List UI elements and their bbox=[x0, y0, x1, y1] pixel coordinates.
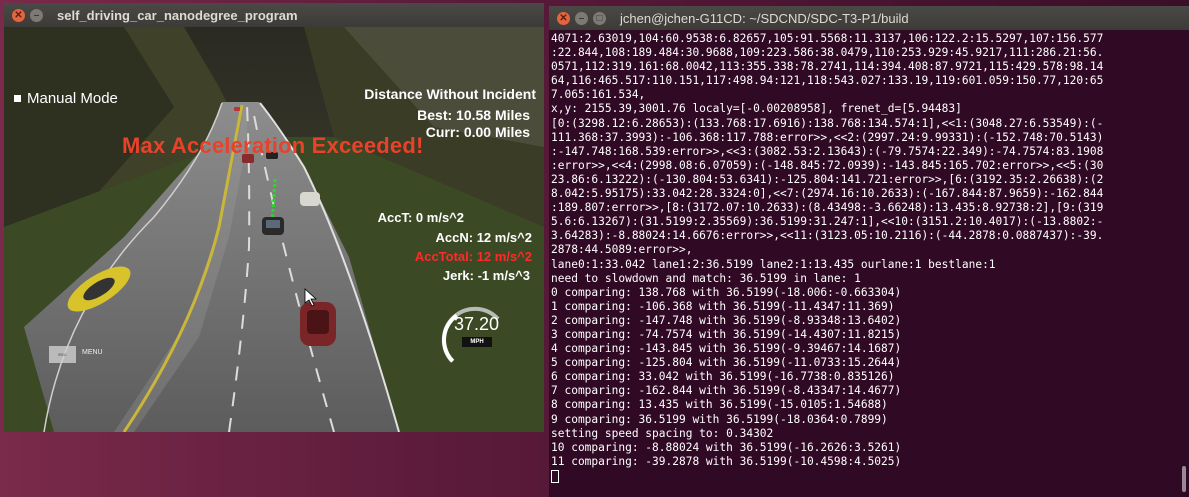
best-distance: Best: 10.58 Miles bbox=[417, 107, 530, 123]
car-dark bbox=[262, 217, 284, 235]
current-distance: Curr: 0.00 Miles bbox=[425, 124, 530, 140]
terminal-line: :22.844,108:189.484:30.9688,109:223.586:… bbox=[551, 46, 1104, 60]
terminal-line: 0571,112:319.161:68.0042,113:355.338:78.… bbox=[551, 60, 1104, 74]
terminal-line: 7.065:161.534, bbox=[551, 88, 646, 102]
terminal-line: lane0:1:33.042 lane1:2:36.5199 lane2:1:1… bbox=[551, 257, 996, 271]
terminal-window[interactable]: ✕ – □ jchen@jchen-G11CD: ~/SDCND/SDC-T3-… bbox=[549, 6, 1189, 497]
terminal-line: 6 comparing: 33.042 with 36.5199(-16.773… bbox=[551, 370, 895, 384]
car-white bbox=[300, 192, 320, 206]
driving-scene: Manual Mode Distance Without Incident Be… bbox=[4, 27, 544, 432]
acc-n-readout: AccN: 12 m/s^2 bbox=[435, 230, 532, 245]
terminal-line: 3 comparing: -74.7574 with 36.5199(-14.4… bbox=[551, 327, 902, 341]
terminal-line: 1 comparing: -106.368 with 36.5199(-11.4… bbox=[551, 299, 895, 313]
terminal-line: 111.368:37.3993):-106.368:117.788:error>… bbox=[551, 130, 1104, 144]
terminal-line: 3.64283):-8.88024:14.6676:error>>,<<11:(… bbox=[551, 229, 1104, 243]
menu-label: MENU bbox=[82, 349, 103, 356]
terminal-line: 7 comparing: -162.844 with 36.5199(-8.43… bbox=[551, 384, 902, 398]
distance-title: Distance Without Incident bbox=[364, 86, 536, 102]
terminal-line: 9 comparing: 36.5199 with 36.5199(-18.03… bbox=[551, 412, 888, 426]
terminal-line: :-147.748:168.539:error>>,<<3:(3082.53:2… bbox=[551, 144, 1104, 158]
close-icon[interactable]: ✕ bbox=[12, 8, 25, 22]
terminal-title: jchen@jchen-G11CD: ~/SDCND/SDC-T3-P1/bui… bbox=[620, 10, 909, 26]
terminal-line: :error>>,<<4:(2998.08:6.07059):(-148.845… bbox=[551, 158, 1104, 172]
manual-mode-label: Manual Mode bbox=[27, 90, 118, 107]
terminal-prompt-line[interactable] bbox=[551, 469, 1177, 483]
simulator-window[interactable]: ✕ – self_driving_car_nanodegree_program bbox=[4, 3, 544, 432]
terminal-line: 8 comparing: 13.435 with 36.5199(-15.010… bbox=[551, 398, 888, 412]
terminal-line: 0 comparing: 138.768 with 36.5199(-18.00… bbox=[551, 285, 902, 299]
terminal-line: 5 comparing: -125.804 with 36.5199(-11.0… bbox=[551, 356, 902, 370]
terminal-line: 4 comparing: -143.845 with 36.5199(-9.39… bbox=[551, 342, 902, 356]
text-cursor bbox=[551, 470, 559, 483]
car-red-ego bbox=[300, 302, 336, 346]
speed-unit: MPH bbox=[462, 337, 492, 347]
terminal-line: 4071:2.63019,104:60.9538:6.82657,105:91.… bbox=[551, 32, 1104, 45]
terminal-line: 23.86:6.13222):(-130.804:53.6341):-125.8… bbox=[551, 172, 1104, 186]
terminal-line: 2 comparing: -147.748 with 36.5199(-8.93… bbox=[551, 313, 902, 327]
terminal-line: 64,116:465.517:110.151,117:498.94:121,11… bbox=[551, 74, 1104, 88]
simulator-title: self_driving_car_nanodegree_program bbox=[57, 7, 298, 23]
terminal-line: 5.6:6.13267):(31.5199:2.35569):36.5199:3… bbox=[551, 215, 1104, 229]
terminal-line: 2878:44.5089:error>>, bbox=[551, 243, 693, 257]
simulator-titlebar[interactable]: ✕ – self_driving_car_nanodegree_program bbox=[4, 3, 544, 27]
terminal-line: x,y: 2155.39,3001.76 localy=[-0.00208958… bbox=[551, 102, 962, 116]
checkbox-icon[interactable] bbox=[14, 95, 21, 102]
terminal-line: 10 comparing: -8.88024 with 36.5199(-16.… bbox=[551, 440, 902, 454]
acc-t-readout: AccT: 0 m/s^2 bbox=[377, 210, 464, 225]
jerk-readout: Jerk: -1 m/s^3 bbox=[442, 268, 530, 283]
menu-button[interactable]: ESC bbox=[49, 346, 76, 363]
minimize-icon[interactable]: – bbox=[30, 8, 43, 22]
maximize-icon[interactable]: □ bbox=[593, 11, 606, 25]
terminal-line: [0:(3298.12:6.28653):(133.768:17.6916):1… bbox=[551, 116, 1104, 130]
terminal-line: setting speed spacing to: 0.34302 bbox=[551, 426, 774, 440]
terminal-line: :189.807:error>>,[8:(3172.07:10.2633):(8… bbox=[551, 201, 1104, 215]
terminal-titlebar[interactable]: ✕ – □ jchen@jchen-G11CD: ~/SDCND/SDC-T3-… bbox=[549, 6, 1189, 30]
close-icon[interactable]: ✕ bbox=[557, 11, 570, 25]
acc-total-readout: AccTotal: 12 m/s^2 bbox=[414, 249, 532, 264]
manual-mode-toggle[interactable]: Manual Mode bbox=[14, 90, 118, 107]
terminal-line: 11 comparing: -39.2878 with 36.5199(-10.… bbox=[551, 454, 902, 468]
car-distant-3 bbox=[234, 107, 240, 111]
minimize-icon[interactable]: – bbox=[575, 11, 588, 25]
terminal-line: 8.042:5.95175):33.042:28.3324:0],<<7:(29… bbox=[551, 187, 1104, 201]
terminal-scrollbar[interactable] bbox=[1182, 466, 1186, 492]
terminal-output[interactable]: 4071:2.63019,104:60.9538:6.82657,105:91.… bbox=[551, 32, 1177, 494]
max-acceleration-warning: Max Acceleration Exceeded! bbox=[122, 133, 424, 158]
speed-value: 37.20 bbox=[454, 314, 500, 334]
terminal-line: need to slowdown and match: 36.5199 in l… bbox=[551, 271, 861, 285]
